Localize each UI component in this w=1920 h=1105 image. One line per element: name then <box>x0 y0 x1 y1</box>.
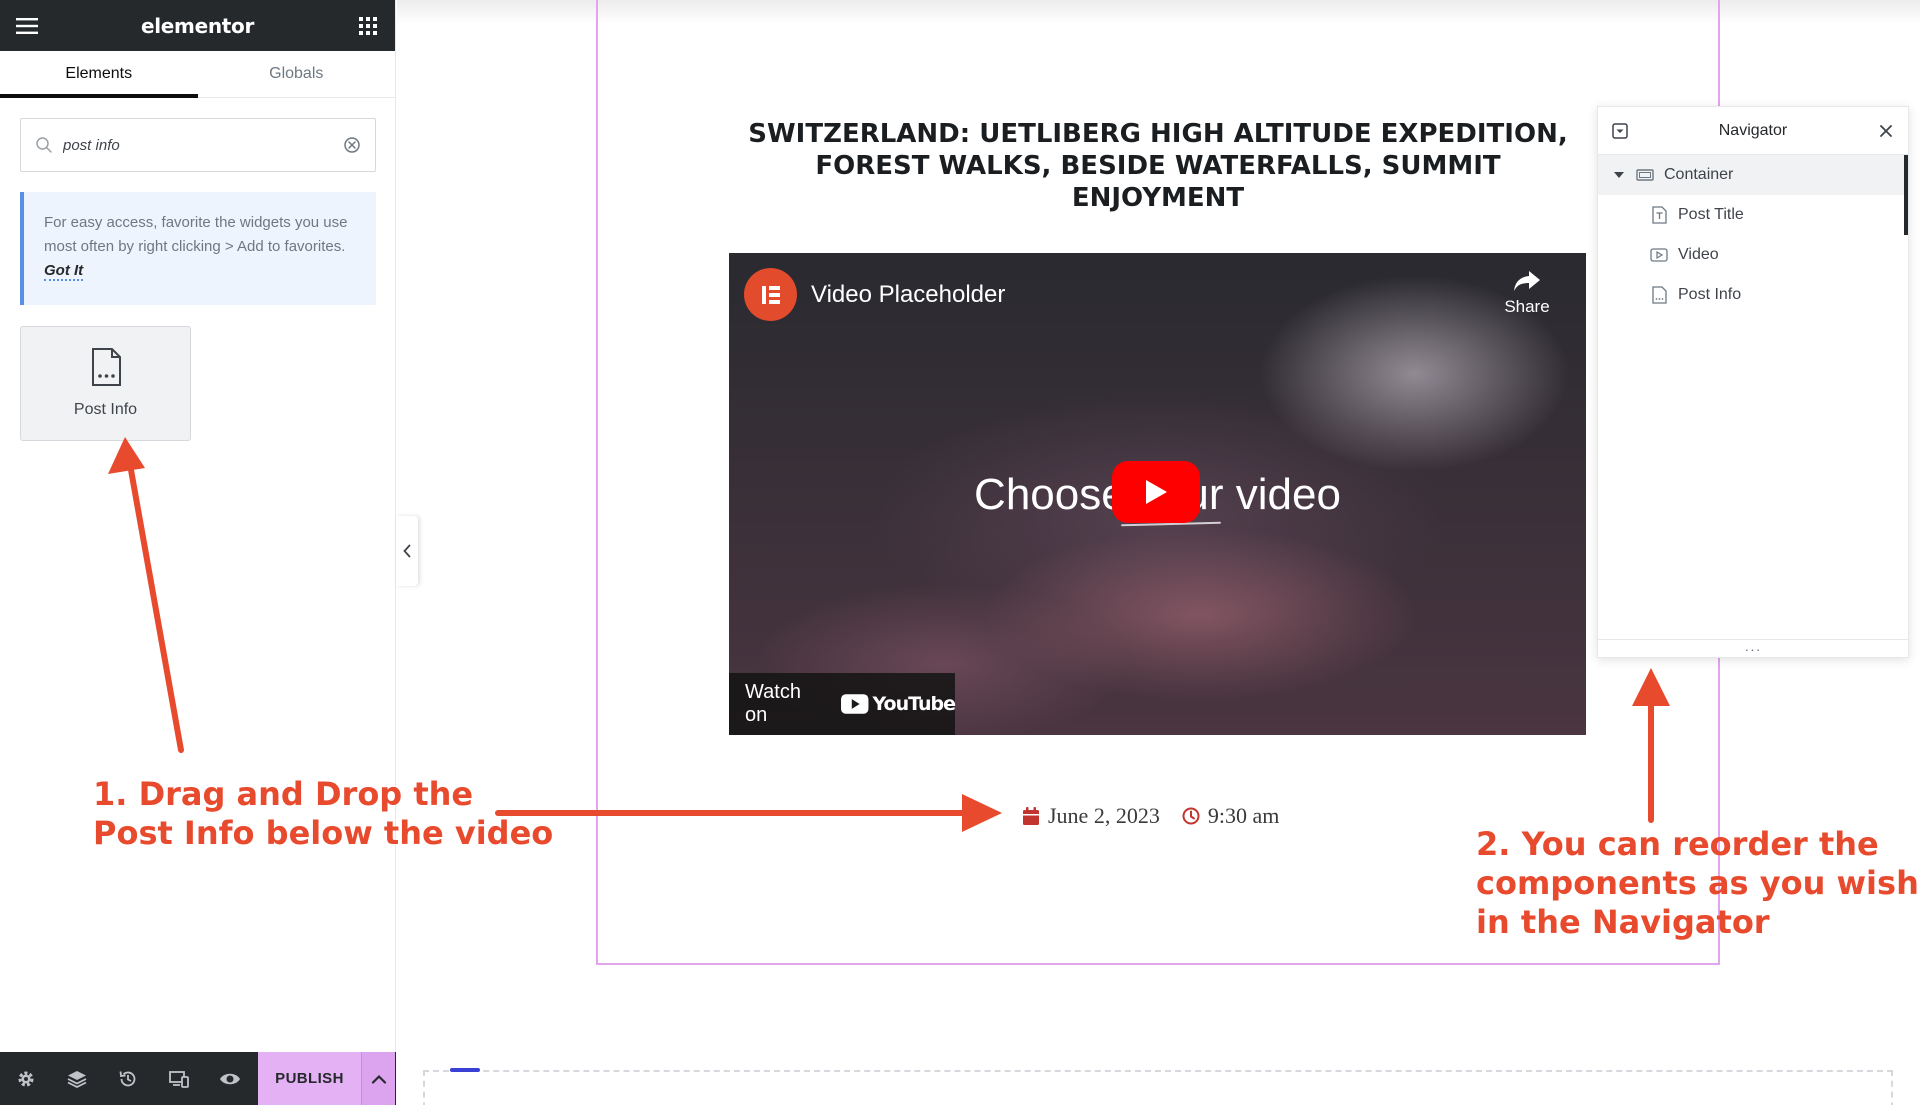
menu-icon[interactable] <box>14 13 40 39</box>
navigator-item-post-title[interactable]: Post Title <box>1598 195 1908 235</box>
post-title-icon <box>1652 206 1667 224</box>
tab-elements[interactable]: Elements <box>0 51 198 98</box>
watch-on-label: Watch on <box>745 681 801 726</box>
container-icon <box>1636 169 1654 181</box>
annotation-step-1-line-1: 1. Drag and Drop the <box>93 775 474 813</box>
layers-icon[interactable] <box>51 1052 102 1105</box>
share-label: Share <box>1504 297 1550 316</box>
video-widget[interactable]: Video Placeholder Share Choose your vide… <box>729 253 1586 735</box>
editor-panel: elementor Elements Globals post info For… <box>0 0 396 1105</box>
post-title-line-2: FOREST WALKS, BESIDE WATERFALLS, SUMMIT … <box>815 151 1501 213</box>
navigator-header: Navigator <box>1598 107 1908 155</box>
annotation-step-2-line-3: in the Navigator <box>1476 903 1770 941</box>
post-info-icon <box>91 348 121 386</box>
widget-post-info[interactable]: Post Info <box>20 326 191 441</box>
post-info-date: June 2, 2023 <box>1022 803 1160 829</box>
tip-text: For easy access, favorite the widgets yo… <box>44 214 348 255</box>
post-info-time: 9:30 am <box>1182 803 1280 829</box>
elementor-logo: elementor <box>140 13 255 38</box>
play-button[interactable] <box>1112 461 1200 523</box>
navigator-item-label: Post Info <box>1678 286 1742 303</box>
post-title-line-1: SWITZERLAND: UETLIBERG HIGH ALTITUDE EXP… <box>748 119 1568 149</box>
panel-tabs: Elements Globals <box>0 51 395 98</box>
post-info-widget[interactable]: June 2, 2023 9:30 am <box>1022 803 1279 829</box>
got-it-link[interactable]: Got It <box>44 262 84 281</box>
navigator-item-label: Container <box>1664 166 1734 183</box>
video-title[interactable]: Video Placeholder <box>811 281 1005 309</box>
annotation-step-2: 2. You can reorder the components as you… <box>1476 825 1919 942</box>
elementor-channel-icon <box>744 268 797 321</box>
chevron-left-icon <box>403 544 411 558</box>
navigator-item-post-info[interactable]: Post Info <box>1598 275 1908 315</box>
screen: SWITZERLAND: UETLIBERG HIGH ALTITUDE EXP… <box>0 0 1920 1105</box>
post-time-text: 9:30 am <box>1207 803 1280 828</box>
panel-header: elementor <box>0 0 395 51</box>
favorites-tip: For easy access, favorite the widgets yo… <box>20 192 376 305</box>
empty-section-dropzone[interactable] <box>423 1070 1893 1105</box>
youtube-logo-icon <box>841 694 869 714</box>
chevron-up-icon <box>371 1074 386 1084</box>
navigator-title: Navigator <box>1718 121 1788 139</box>
section-handle[interactable] <box>450 1068 480 1072</box>
navigator-item-label: Post Title <box>1678 206 1744 223</box>
post-title[interactable]: SWITZERLAND: UETLIBERG HIGH ALTITUDE EXP… <box>730 118 1586 214</box>
widget-search <box>20 118 376 172</box>
play-icon <box>1146 480 1167 504</box>
navigator-item-video[interactable]: Video <box>1598 235 1908 275</box>
tab-globals[interactable]: Globals <box>198 51 396 97</box>
annotation-step-2-line-1: 2. You can reorder the <box>1476 825 1879 863</box>
clock-icon <box>1182 807 1200 825</box>
close-icon[interactable] <box>1876 121 1896 141</box>
preview-icon[interactable] <box>204 1052 255 1105</box>
publish-options-button[interactable] <box>361 1052 395 1105</box>
clear-search-icon[interactable] <box>343 136 361 154</box>
caret-down-icon <box>1614 172 1624 178</box>
annotation-step-2-line-2: components as you wish <box>1476 864 1919 902</box>
watch-on-youtube-button[interactable]: Watch on YouTube <box>729 673 956 735</box>
navigator-item-container[interactable]: Container <box>1598 155 1908 195</box>
navigator-resize-handle[interactable]: ··· <box>1598 639 1908 657</box>
share-button[interactable]: Share <box>1502 269 1552 317</box>
widgets-grid-icon[interactable] <box>355 13 381 39</box>
post-date-text: June 2, 2023 <box>1048 803 1160 828</box>
responsive-icon[interactable] <box>153 1052 204 1105</box>
share-icon <box>1514 271 1540 291</box>
panel-footer: PUBLISH <box>0 1052 396 1105</box>
history-icon[interactable] <box>102 1052 153 1105</box>
calendar-icon <box>1023 807 1039 825</box>
navigator-scrollbar[interactable] <box>1904 155 1908 235</box>
annotation-step-1: 1. Drag and Drop the Post Info below the… <box>93 775 553 853</box>
publish-button[interactable]: PUBLISH <box>258 1052 361 1105</box>
panel-collapse-toggle[interactable] <box>396 516 418 586</box>
collapse-all-icon[interactable] <box>1610 121 1630 141</box>
search-input[interactable] <box>63 136 343 154</box>
search-icon <box>36 137 52 153</box>
video-icon <box>1650 248 1668 262</box>
navigator-item-label: Video <box>1678 246 1719 263</box>
annotation-step-1-line-2: Post Info below the video <box>93 814 554 852</box>
settings-icon[interactable] <box>0 1052 51 1105</box>
post-info-icon <box>1652 286 1667 304</box>
navigator-panel[interactable]: Navigator Container Post Title Video Pos… <box>1597 106 1909 658</box>
widget-label: Post Info <box>73 401 138 418</box>
youtube-wordmark: YouTube <box>872 693 956 715</box>
